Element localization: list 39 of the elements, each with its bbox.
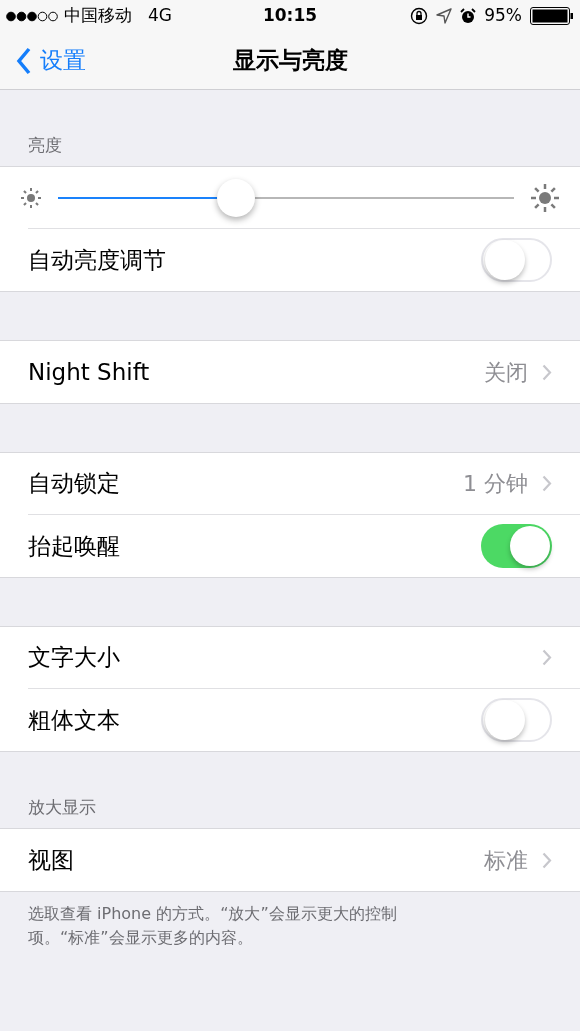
settings-row[interactable]: 文字大小 <box>0 627 580 689</box>
back-button[interactable]: 设置 <box>16 43 86 78</box>
section-header: 亮度 <box>28 133 62 157</box>
carrier-name: 中国移动 <box>64 4 132 28</box>
alarm-icon <box>460 8 477 24</box>
settings-row[interactable]: 自动锁定 1 分钟 <box>0 453 580 515</box>
section-header: 放大显示 <box>28 795 96 819</box>
row-value: 标准 <box>484 846 528 875</box>
chevron-icon <box>542 649 552 666</box>
clock: 10:15 <box>262 4 318 28</box>
battery-icon <box>530 7 574 25</box>
rotation-lock-icon <box>410 7 429 25</box>
chevron-icon <box>542 851 552 869</box>
settings-row[interactable]: Night Shift 关闭 <box>0 341 580 403</box>
row-label: 文字大小 <box>28 643 120 673</box>
row-label: 抬起唤醒 <box>28 531 120 561</box>
row-label: 粗体文本 <box>28 705 120 735</box>
row-label: 自动亮度调节 <box>28 245 166 275</box>
sun-small-icon <box>20 187 42 209</box>
network-type: 4G <box>148 4 172 28</box>
chevron-icon <box>542 363 552 381</box>
row-label: 视图 <box>28 845 74 875</box>
row-value: 1 分钟 <box>463 470 528 498</box>
row-label: Night Shift <box>28 357 150 387</box>
chevron-icon <box>542 475 552 492</box>
sun-large-icon <box>530 183 560 213</box>
signal-icon <box>6 10 58 22</box>
back-chevron-icon <box>16 46 32 75</box>
settings-row[interactable]: 视图 标准 <box>0 829 580 891</box>
toggle-switch[interactable] <box>481 698 552 742</box>
toggle-switch[interactable] <box>481 524 552 568</box>
battery-percent: 95% <box>484 4 522 28</box>
toggle-switch[interactable] <box>481 238 552 282</box>
page-title: 显示与亮度 <box>232 46 348 76</box>
row-value: 关闭 <box>484 358 528 387</box>
brightness-slider[interactable] <box>58 178 514 218</box>
row-label: 自动锁定 <box>28 469 120 499</box>
location-icon <box>436 8 453 24</box>
footer-note: 选取查看 iPhone 的方式。“放大”会显示更大的控制项。“标准”会显示更多的内容。 <box>27 903 398 949</box>
